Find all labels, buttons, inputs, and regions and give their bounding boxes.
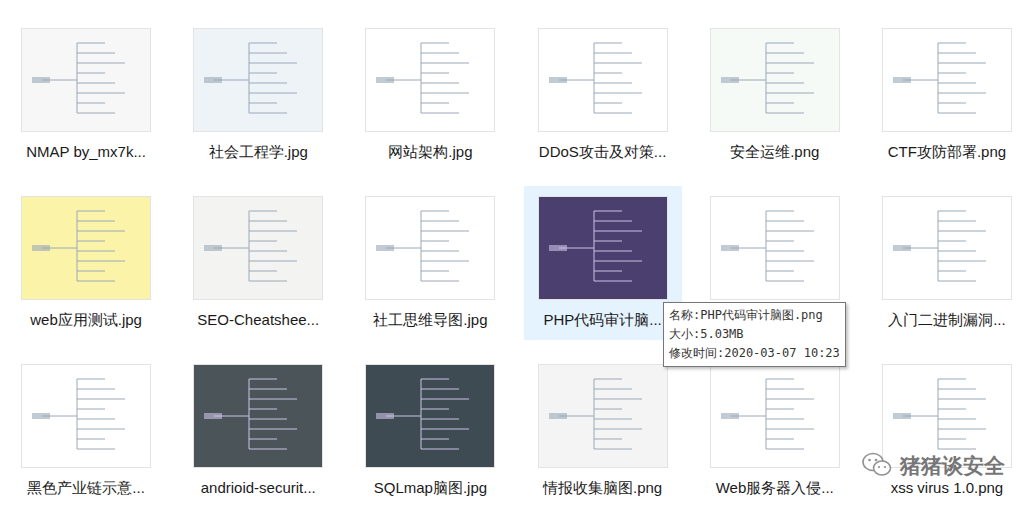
thumbnail [21, 28, 151, 132]
file-item[interactable]: xss virus 1.0.png [861, 354, 1033, 517]
file-item[interactable]: web应用测试.jpg [0, 186, 172, 354]
file-item[interactable]: 黑色产业链示意... [0, 354, 172, 517]
mindmap-preview-icon [366, 197, 494, 299]
mindmap-preview-icon [366, 29, 494, 131]
mindmap-preview-icon [22, 365, 150, 467]
file-name: 安全运维.png [730, 143, 819, 161]
file-name: 情报收集脑图.png [543, 479, 662, 497]
watermark: 猪猪谈安全 [862, 450, 1005, 482]
file-item[interactable]: 社会工程学.jpg [172, 18, 344, 186]
thumbnail-grid: NMAP by_mx7k... 社会工程学.jpg 网站架构.jpg DDoS攻击及对… [0, 0, 1033, 517]
file-item[interactable]: 情报收集脑图.png [517, 354, 689, 517]
file-name: PHP代码审计脑... [543, 311, 661, 329]
file-name: 社工思维导图.jpg [373, 311, 487, 329]
mindmap-preview-icon [194, 29, 322, 131]
mindmap-preview-icon [539, 365, 667, 467]
file-item[interactable]: 安全运维.png [689, 18, 861, 186]
file-name: SEO-Cheatshee... [197, 311, 319, 329]
thumbnail [710, 364, 840, 468]
thumbnail [193, 28, 323, 132]
thumbnail [882, 364, 1012, 468]
mindmap-preview-icon [366, 365, 494, 467]
thumbnail [710, 196, 840, 300]
file-item[interactable]: DDoS攻击及对策... [517, 18, 689, 186]
file-item[interactable]: 网站架构.jpg [344, 18, 516, 186]
mindmap-preview-icon [883, 29, 1011, 131]
file-name: SQLmap脑图.jpg [374, 479, 487, 497]
file-name: web应用测试.jpg [30, 311, 142, 329]
file-name: 黑色产业链示意... [27, 479, 145, 497]
file-name: 社会工程学.jpg [209, 143, 308, 161]
mindmap-preview-icon [883, 365, 1011, 467]
file-item[interactable]: CTF攻防部署.png [861, 18, 1033, 186]
thumbnail [193, 196, 323, 300]
mindmap-preview-icon [539, 197, 667, 299]
file-name: NMAP by_mx7k... [26, 143, 146, 161]
tooltip: 名称:PHP代码审计脑图.png大小:5.03MB修改时间:2020-03-07… [663, 302, 846, 367]
thumbnail [193, 364, 323, 468]
thumbnail [710, 28, 840, 132]
file-item[interactable]: 入门二进制漏洞... [861, 186, 1033, 354]
mindmap-preview-icon [539, 29, 667, 131]
mindmap-preview-icon [22, 197, 150, 299]
watermark-text: 猪猪谈安全 [900, 450, 1005, 482]
file-name: 入门二进制漏洞... [888, 311, 1006, 329]
mindmap-preview-icon [711, 197, 839, 299]
file-name: xss virus 1.0.png [891, 479, 1004, 497]
thumbnail [365, 364, 495, 468]
mindmap-preview-icon [194, 197, 322, 299]
tooltip-line: 大小:5.03MB [669, 325, 840, 344]
thumbnail [882, 28, 1012, 132]
mindmap-preview-icon [711, 29, 839, 131]
file-name: Web服务器入侵... [716, 479, 834, 497]
tooltip-line: 修改时间:2020-03-07 10:23 [669, 344, 840, 363]
mindmap-preview-icon [194, 365, 322, 467]
thumbnail [365, 28, 495, 132]
thumbnail [365, 196, 495, 300]
file-item[interactable]: SEO-Cheatshee... [172, 186, 344, 354]
mindmap-preview-icon [883, 197, 1011, 299]
file-item[interactable]: andrioid-securit... [172, 354, 344, 517]
mindmap-preview-icon [22, 29, 150, 131]
file-item[interactable]: Web服务器入侵... [689, 354, 861, 517]
file-item[interactable]: 社工思维导图.jpg [344, 186, 516, 354]
thumbnail [538, 364, 668, 468]
thumbnail [538, 196, 668, 300]
file-item[interactable]: SQLmap脑图.jpg [344, 354, 516, 517]
file-name: CTF攻防部署.png [888, 143, 1006, 161]
file-name: andrioid-securit... [201, 479, 316, 497]
thumbnail [21, 364, 151, 468]
file-explorer: NMAP by_mx7k... 社会工程学.jpg 网站架构.jpg DDoS攻击及对… [0, 0, 1033, 517]
wechat-icon [862, 452, 892, 478]
tooltip-line: 名称:PHP代码审计脑图.png [669, 306, 840, 325]
thumbnail [21, 196, 151, 300]
thumbnail [538, 28, 668, 132]
mindmap-preview-icon [711, 365, 839, 467]
file-name: DDoS攻击及对策... [539, 143, 667, 161]
thumbnail [882, 196, 1012, 300]
file-item[interactable]: NMAP by_mx7k... [0, 18, 172, 186]
file-name: 网站架构.jpg [388, 143, 472, 161]
